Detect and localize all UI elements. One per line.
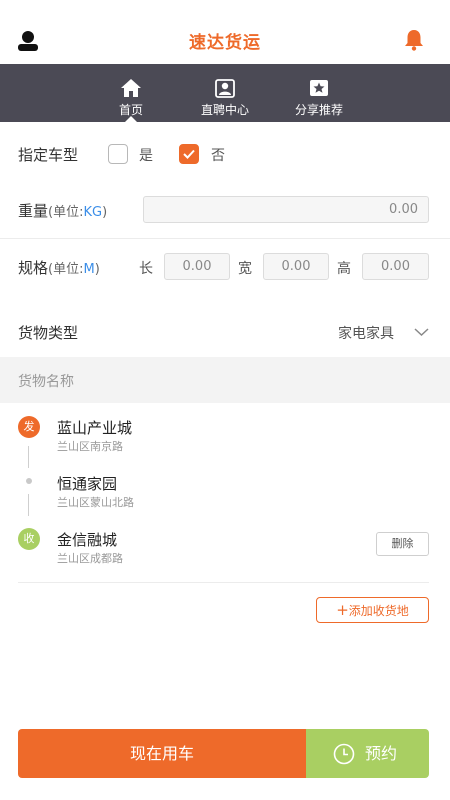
nav-item-label: 分享推荐 xyxy=(294,103,343,117)
receiver-place-name[interactable]: 金信融城 xyxy=(57,529,117,550)
use-car-now-button[interactable]: 现在用车 xyxy=(18,729,306,778)
app-header: 速达货运 xyxy=(0,0,450,64)
book-label: 预约 xyxy=(365,744,398,763)
check-icon xyxy=(183,149,195,159)
vehicle-yes-label: 是 xyxy=(139,148,153,164)
home-icon xyxy=(121,79,141,97)
nav-item-share[interactable]: 分享推荐 xyxy=(274,64,364,122)
cargo-name-field[interactable]: 货物名称 xyxy=(0,357,450,403)
vehicle-no-checkbox[interactable] xyxy=(179,144,199,164)
divider xyxy=(18,582,429,583)
route-connector xyxy=(28,494,29,516)
delete-receiver-button[interactable]: 删除 xyxy=(376,532,429,556)
bell-icon[interactable] xyxy=(402,28,426,52)
cargo-type-value: 家电家具 xyxy=(338,326,394,342)
top-nav: 首页 直聘中心 分享推荐 xyxy=(0,64,450,122)
plus-icon: + xyxy=(336,601,349,619)
nav-item-home[interactable]: 首页 xyxy=(86,64,176,122)
add-receiver-label: 添加收货地 xyxy=(348,604,409,618)
chevron-down-icon xyxy=(414,328,429,337)
length-input[interactable]: 0.00 xyxy=(164,253,230,280)
app-title: 速达货运 xyxy=(189,33,261,53)
book-button[interactable]: 预约 xyxy=(306,729,429,778)
share-star-icon xyxy=(310,80,328,96)
weight-label: 重量(单位:KG) xyxy=(18,202,108,220)
vehicle-type-label: 指定车型 xyxy=(18,146,79,164)
weight-row: 重量(单位:KG) 0.00 xyxy=(0,184,450,238)
clock-icon xyxy=(333,743,355,765)
length-label: 长 xyxy=(139,261,153,277)
spec-row: 规格(单位:M) 长 0.00 宽 0.00 高 0.00 xyxy=(0,239,450,299)
nav-item-recruit[interactable]: 直聘中心 xyxy=(180,64,270,122)
nav-item-label: 首页 xyxy=(118,103,143,117)
width-label: 宽 xyxy=(238,261,252,277)
vehicle-no-label: 否 xyxy=(211,148,225,164)
sender-address: 兰山区南京路 xyxy=(57,440,123,453)
nav-item-label: 直聘中心 xyxy=(200,103,249,117)
add-receiver-button[interactable]: +添加收货地 xyxy=(316,597,429,623)
stop-address: 兰山区蒙山北路 xyxy=(57,496,134,509)
cargo-name-placeholder: 货物名称 xyxy=(18,374,74,390)
spec-label: 规格(单位:M) xyxy=(18,259,100,277)
sender-place-name[interactable]: 蓝山产业城 xyxy=(57,417,132,438)
height-label: 高 xyxy=(337,261,351,277)
recruit-icon xyxy=(215,79,235,98)
stop-dot xyxy=(26,478,32,484)
cargo-type-label: 货物类型 xyxy=(18,324,79,342)
receiver-badge: 收 xyxy=(18,528,40,550)
vehicle-yes-checkbox[interactable] xyxy=(108,144,128,164)
receiver-address: 兰山区成都路 xyxy=(57,552,123,565)
width-input[interactable]: 0.00 xyxy=(263,253,329,280)
route-connector xyxy=(28,446,29,468)
stop-place-name[interactable]: 恒通家园 xyxy=(57,473,117,494)
weight-input[interactable]: 0.00 xyxy=(143,196,429,223)
sender-badge: 发 xyxy=(18,416,40,438)
cargo-type-row[interactable]: 货物类型 家电家具 xyxy=(0,305,450,357)
vehicle-type-row: 指定车型 是 否 xyxy=(0,122,450,184)
height-input[interactable]: 0.00 xyxy=(362,253,429,280)
bottom-action-bar: 现在用车 预约 xyxy=(18,729,429,778)
